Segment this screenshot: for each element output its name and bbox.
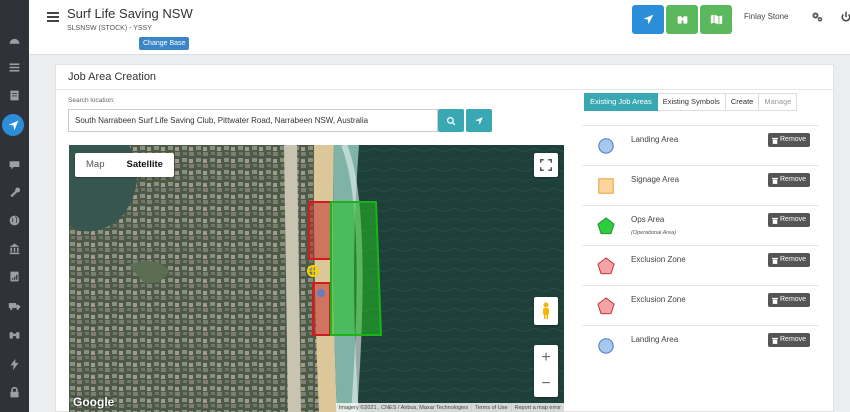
trash-icon: [772, 297, 778, 304]
bolt-icon[interactable]: [6, 356, 23, 373]
tab-manage[interactable]: Manage: [759, 93, 798, 111]
trash-icon: [772, 217, 778, 224]
document-icon[interactable]: [6, 87, 23, 104]
plane-icon: [643, 14, 653, 25]
app-title: Surf Life Saving NSW: [67, 6, 193, 21]
map-type-satellite[interactable]: Satellite: [115, 153, 173, 177]
remove-button[interactable]: Remove: [768, 213, 811, 227]
area-note: (Operational Area): [631, 230, 677, 236]
bank-icon[interactable]: [6, 240, 23, 257]
dashboard-icon[interactable]: [6, 32, 23, 49]
report-error-link[interactable]: Report a map error: [510, 403, 564, 412]
tab-existing-symbols[interactable]: Existing Symbols: [657, 93, 726, 111]
change-base-button[interactable]: Change Base: [139, 37, 190, 50]
remove-button[interactable]: Remove: [768, 293, 811, 307]
list-item: Exclusion Zone Remove: [582, 285, 819, 325]
map-attribution: Imagery ©2021 , CNES / Airbus, Maxar Tec…: [335, 403, 564, 412]
globe-icon[interactable]: [6, 212, 23, 229]
lock-icon[interactable]: [6, 384, 23, 401]
zoom-control: + −: [534, 345, 558, 397]
terms-link[interactable]: Terms of Use: [471, 403, 510, 412]
satellite-map[interactable]: Map Satellite + − Google Imagery ©2021 ,…: [69, 145, 564, 412]
google-logo: Google: [73, 395, 115, 409]
remove-button[interactable]: Remove: [768, 133, 811, 147]
map-type-toggle: Map Satellite: [75, 153, 174, 177]
map-icon: [710, 14, 722, 25]
list-item: Exclusion Zone Remove: [582, 245, 819, 285]
tab-existing-job-areas[interactable]: Existing Job Areas: [584, 93, 658, 111]
base-subtitle: SLSNSW (STOCK) - YSSY: [67, 25, 152, 32]
pegman-icon: [543, 302, 549, 319]
remove-button[interactable]: Remove: [768, 253, 811, 267]
list-item: Landing Area Remove: [582, 325, 819, 365]
gear-icon[interactable]: [811, 11, 823, 23]
job-area-card: Job Area Creation Search location: South…: [55, 64, 834, 412]
left-sidebar: [0, 0, 29, 412]
pentagon-shape-icon: [597, 217, 615, 235]
circle-shape-icon: [598, 338, 614, 354]
fullscreen-icon: [540, 159, 552, 171]
list-icon[interactable]: [6, 59, 23, 76]
navigation-icon[interactable]: [2, 114, 24, 136]
menu-icon[interactable]: [47, 12, 59, 22]
zoom-out-button[interactable]: −: [534, 371, 558, 397]
title-divider: [56, 89, 833, 90]
imagery-credit: Imagery ©2021 , CNES / Airbus, Maxar Tec…: [338, 405, 469, 411]
area-name: Landing Area: [631, 335, 679, 344]
square-shape-icon: [598, 178, 614, 194]
trash-icon: [772, 337, 778, 344]
map-imagery: [69, 145, 564, 412]
tab-create[interactable]: Create: [725, 93, 760, 111]
binoculars-icon[interactable]: [6, 326, 23, 343]
map-type-map[interactable]: Map: [75, 153, 115, 177]
trash-icon: [772, 137, 778, 144]
area-name: Exclusion Zone: [631, 255, 686, 264]
search-label: Search location:: [68, 97, 115, 104]
pentagon-shape-icon: [597, 257, 615, 275]
fullscreen-button[interactable]: [534, 153, 558, 177]
truck-icon[interactable]: [6, 297, 23, 314]
area-name: Landing Area: [631, 135, 679, 144]
power-icon[interactable]: [840, 11, 850, 23]
area-name: Ops Area: [631, 215, 665, 224]
list-item: Ops Area (Operational Area) Remove: [582, 205, 819, 245]
zoom-in-button[interactable]: +: [534, 345, 558, 371]
area-name: Signage Area: [631, 175, 680, 184]
search-input[interactable]: [68, 109, 438, 132]
remove-button[interactable]: Remove: [768, 333, 811, 347]
binoculars-icon: [677, 16, 687, 24]
circle-shape-icon: [598, 138, 614, 154]
list-item: Landing Area Remove: [582, 125, 819, 165]
flight-button[interactable]: [632, 5, 664, 34]
chat-icon[interactable]: [6, 156, 23, 173]
remove-button[interactable]: Remove: [768, 173, 811, 187]
area-tabs: Existing Job Areas Existing Symbols Crea…: [584, 93, 798, 111]
trash-icon: [772, 177, 778, 184]
pentagon-shape-icon: [597, 297, 615, 315]
street-view-button[interactable]: [534, 297, 558, 325]
trash-icon: [772, 257, 778, 264]
job-area-list: Landing Area Remove Signage Area Remove …: [582, 125, 819, 365]
user-name[interactable]: Finlay Stone: [744, 12, 788, 21]
locate-button[interactable]: [466, 109, 492, 132]
search-icon: [446, 116, 456, 125]
observation-button[interactable]: [666, 5, 698, 34]
area-name: Exclusion Zone: [631, 295, 686, 304]
page-title: Job Area Creation: [68, 71, 157, 83]
navigation-icon: [475, 116, 483, 125]
search-button[interactable]: [438, 109, 464, 132]
top-header: Surf Life Saving NSW SLSNSW (STOCK) - YS…: [29, 0, 850, 55]
list-item: Signage Area Remove: [582, 165, 819, 205]
wrench-icon[interactable]: [6, 183, 23, 200]
report-icon[interactable]: [6, 268, 23, 285]
map-button[interactable]: [700, 5, 732, 34]
